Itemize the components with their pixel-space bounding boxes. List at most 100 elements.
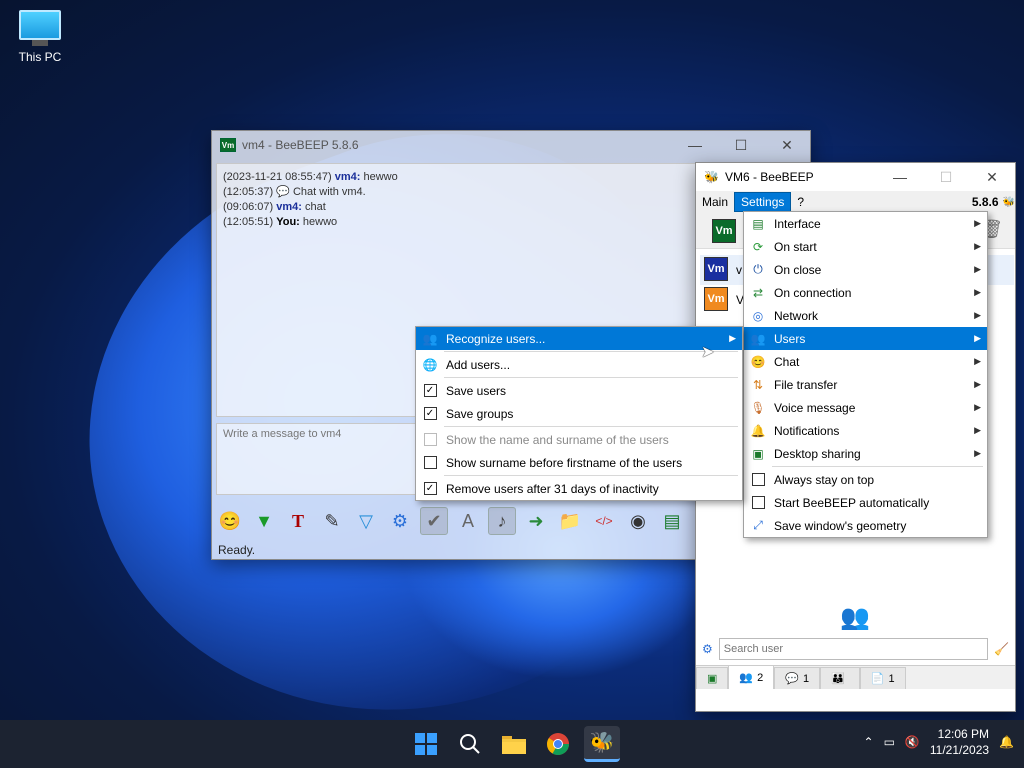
users-icon: 👥 (422, 331, 438, 346)
desktop-icon-this-pc[interactable]: This PC (10, 10, 70, 64)
settings-menu: ▤ Interface ▶ ⟳ On start ▶ ⏻ On close ▶ ⇄ On co… (743, 211, 988, 538)
menu-item-file-transfer[interactable]: ⇅ File transfer ▶ (744, 373, 987, 396)
chrome-icon[interactable] (540, 726, 576, 762)
minimize-icon[interactable]: — (877, 163, 923, 191)
start-button[interactable] (408, 726, 444, 762)
menu-main[interactable]: Main (696, 193, 734, 211)
menu-item-network[interactable]: ◎ Network ▶ (744, 304, 987, 327)
font-icon[interactable]: T (284, 507, 312, 535)
menu-item-notifications[interactable]: 🔔 Notifications ▶ (744, 419, 987, 442)
app-logo-icon: Vm (220, 138, 236, 152)
show-name-surname-checkbox (423, 433, 437, 446)
save-groups-checkbox[interactable]: ✓ (423, 407, 437, 420)
power-icon: ⏻ (753, 262, 763, 276)
volume-muted-icon[interactable]: 🔇 (905, 735, 920, 749)
desktop-share-icon[interactable]: ▤ (658, 507, 686, 535)
minimize-icon[interactable]: — (672, 131, 718, 159)
send-file-icon[interactable]: ➜ (522, 507, 550, 535)
users-submenu: 👥 Recognize users... ▶ 🌐 Add users... ✓ Save… (415, 326, 743, 501)
html-code-icon[interactable]: </> (590, 507, 618, 535)
menu-item-users[interactable]: 👥 Users ▶ (744, 327, 987, 350)
menu-item-on-connection[interactable]: ⇄ On connection ▶ (744, 281, 987, 304)
file-transfer-icon: ⇅ (752, 377, 764, 392)
surname-first-checkbox[interactable] (423, 456, 437, 469)
spell-check-icon[interactable]: ✔ (420, 507, 448, 535)
mouse-cursor-icon: ➤ (701, 344, 715, 361)
bell-icon: 🔔 (750, 423, 766, 438)
emoticon-icon[interactable]: 😊 (216, 507, 244, 535)
users-group-icon: 👥 (840, 604, 870, 631)
menu-bar: Main Settings ? 5.8.6 🐝 (696, 191, 1015, 213)
filter-icon[interactable]: ▽ (352, 507, 380, 535)
user-name: v (736, 263, 742, 277)
interface-icon: ▤ (752, 216, 764, 231)
save-users-checkbox[interactable]: ✓ (423, 384, 437, 397)
search-input[interactable] (718, 638, 989, 660)
menu-item-interface[interactable]: ▤ Interface ▶ (744, 212, 987, 235)
clear-search-icon[interactable]: 🧹 (994, 642, 1009, 656)
chat-bubble-icon: 💬 (276, 186, 290, 198)
menu-item-remove-inactive[interactable]: ✓ Remove users after 31 days of inactivit… (416, 477, 742, 500)
start-automatically-checkbox[interactable] (751, 496, 765, 509)
menu-item-always-on-top[interactable]: Always stay on top (744, 468, 987, 491)
bee-icon: 🐝 (1002, 196, 1015, 208)
chat-line: (12:05:37) 💬 Chat with vm4. (223, 186, 366, 198)
file-explorer-icon[interactable] (496, 726, 532, 762)
bee-icon: 🐝 (704, 170, 719, 184)
search-icon[interactable] (452, 726, 488, 762)
bottom-tabs: ▣ 👥 2 💬 1 👪 📄 1 (696, 665, 1015, 689)
tab-users[interactable]: 👥 2 (728, 665, 775, 689)
windows-logo-icon (415, 733, 437, 755)
chevron-up-icon[interactable]: ⌃ (864, 735, 874, 749)
version-label: 5.8.6 (971, 195, 999, 209)
menu-help[interactable]: ? (791, 193, 810, 211)
word-complete-icon[interactable]: A (454, 507, 482, 535)
menu-item-add-users[interactable]: 🌐 Add users... (416, 353, 742, 376)
vm4-titlebar[interactable]: Vm vm4 - BeeBEEP 5.8.6 — ☐ ✕ (212, 131, 810, 159)
menu-item-save-users[interactable]: ✓ Save users (416, 379, 742, 402)
profile-avatar[interactable]: Vm (712, 219, 736, 243)
menu-item-recognize-users[interactable]: 👥 Recognize users... ▶ (416, 327, 742, 350)
voice-message-icon[interactable]: ♪ (488, 507, 516, 535)
settings-icon[interactable]: ⚙ (386, 507, 414, 535)
network-icon: ◎ (752, 308, 764, 323)
desktop-icon: ▣ (752, 446, 764, 461)
search-options-icon[interactable]: ⚙ (702, 642, 713, 656)
close-icon[interactable]: ✕ (764, 131, 810, 159)
tab-home[interactable]: ▣ (696, 667, 729, 689)
menu-settings[interactable]: Settings (734, 192, 792, 212)
always-on-top-checkbox[interactable] (751, 473, 765, 486)
on-start-icon: ⟳ (752, 239, 764, 254)
menu-item-on-close[interactable]: ⏻ On close ▶ (744, 258, 987, 281)
user-avatar: Vm (704, 257, 728, 281)
expand-arrow-icon[interactable]: ▼ (250, 507, 278, 535)
vm6-titlebar[interactable]: 🐝 VM6 - BeeBEEP — ☐ ✕ (696, 163, 1015, 191)
maximize-icon[interactable]: ☐ (923, 163, 969, 191)
tab-chats[interactable]: 💬 1 (774, 667, 821, 689)
network-icon[interactable]: ▭ (884, 735, 895, 749)
close-icon[interactable]: ✕ (969, 163, 1015, 191)
tab-groups[interactable]: 👪 (820, 667, 860, 689)
clock[interactable]: 12:06 PM 11/21/2023 (930, 726, 989, 758)
menu-item-save-geometry[interactable]: ⤢ Save window's geometry (744, 514, 987, 537)
menu-item-chat[interactable]: 😊 Chat ▶ (744, 350, 987, 373)
tab-files[interactable]: 📄 1 (859, 667, 906, 689)
maximize-icon[interactable]: ☐ (718, 131, 764, 159)
home-icon: ▣ (707, 673, 718, 685)
screenshot-icon[interactable]: ◉ (624, 507, 652, 535)
send-folder-icon[interactable]: 📁 (556, 507, 584, 535)
remove-inactive-checkbox[interactable]: ✓ (423, 482, 437, 495)
beebeep-taskbar-icon[interactable]: 🐝 (584, 726, 620, 762)
menu-item-surname-first[interactable]: Show surname before firstname of the use… (416, 451, 742, 474)
menu-item-desktop-sharing[interactable]: ▣ Desktop sharing ▶ (744, 442, 987, 465)
notification-bell-icon[interactable]: 🔔 (999, 735, 1014, 749)
color-icon[interactable]: ✎ (318, 507, 346, 535)
menu-item-voice-message[interactable]: 🎙 Voice message ▶ (744, 396, 987, 419)
files-icon: 📄 (870, 673, 885, 685)
chat-line: (09:06:07) vm4: chat (223, 201, 326, 213)
menu-item-save-groups[interactable]: ✓ Save groups (416, 402, 742, 425)
system-tray: ⌃ ▭ 🔇 12:06 PM 11/21/2023 🔔 (864, 726, 1014, 758)
menu-item-on-start[interactable]: ⟳ On start ▶ (744, 235, 987, 258)
menu-item-show-name-surname: Show the name and surname of the users (416, 428, 742, 451)
menu-item-start-automatically[interactable]: Start BeeBEEP automatically (744, 491, 987, 514)
